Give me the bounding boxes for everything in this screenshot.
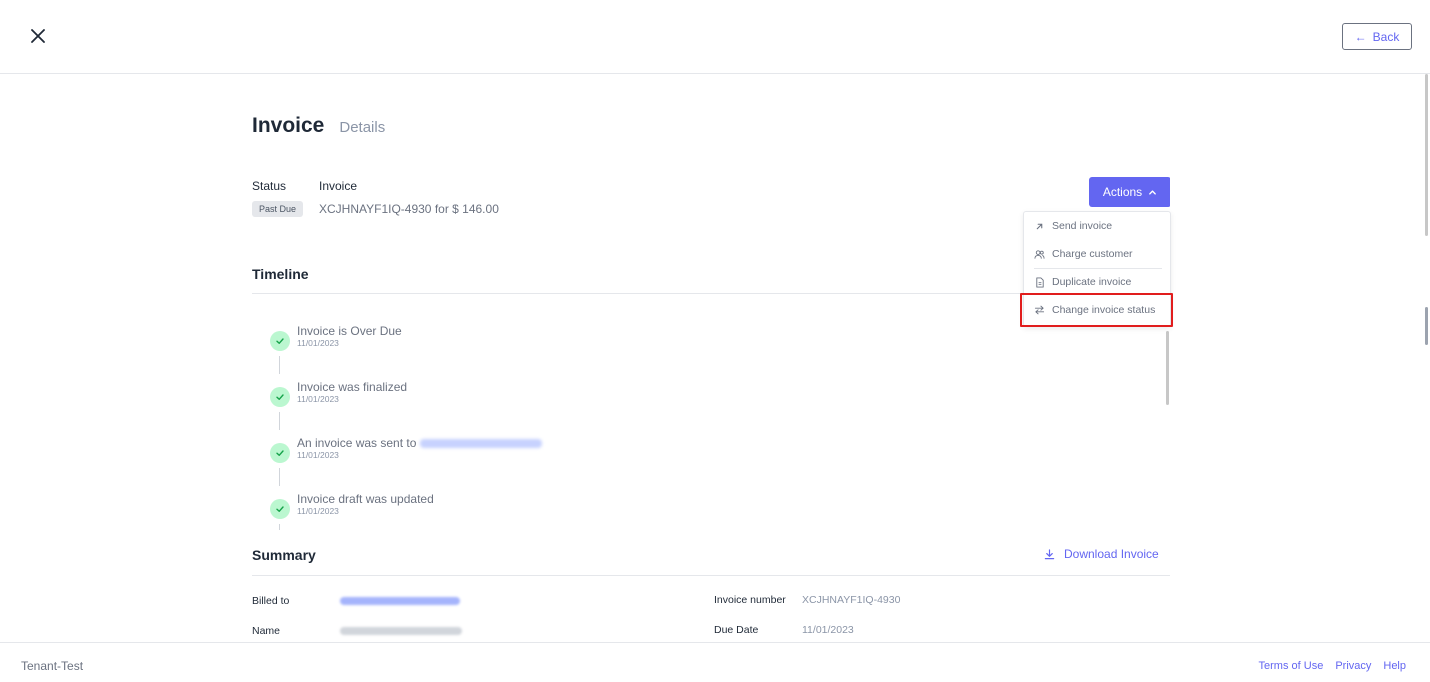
arrow-up-right-icon — [1034, 221, 1045, 232]
download-label: Download Invoice — [1064, 547, 1159, 561]
billed-to-email[interactable] — [340, 597, 460, 605]
timeline-connector — [279, 524, 280, 530]
menu-item-label: Change invoice status — [1052, 304, 1156, 316]
timeline-connector — [279, 468, 280, 486]
download-icon — [1044, 548, 1055, 559]
footer-links: Terms of Use Privacy Help — [1259, 660, 1406, 672]
timeline-scrollbar[interactable] — [1166, 331, 1169, 405]
menu-divider — [1034, 268, 1162, 269]
arrows-swap-icon — [1034, 305, 1045, 316]
back-label: Back — [1372, 29, 1400, 44]
name-label: Name — [252, 625, 281, 637]
actions-label: Actions — [1102, 185, 1143, 199]
timeline-date: 11/01/2023 — [297, 394, 339, 404]
footer-link-privacy[interactable]: Privacy — [1335, 660, 1371, 672]
invoice-summary: XCJHNAYF1IQ-4930 for $ 146.00 — [319, 202, 499, 216]
invoice-details: Invoice Details Status Invoice Past Due … — [252, 74, 1170, 642]
invoice-number-label: Invoice number — [714, 594, 786, 606]
invoice-number-value: XCJHNAYF1IQ-4930 — [802, 594, 901, 606]
redacted-email — [420, 439, 543, 449]
arrow-left-icon: ← — [1354, 29, 1367, 44]
footer-link-terms[interactable]: Terms of Use — [1259, 660, 1324, 672]
back-button[interactable]: ← Back — [1342, 23, 1412, 50]
menu-item-charge-customer[interactable]: Charge customer — [1034, 244, 1133, 264]
timeline-text: An invoice was sent to — [297, 436, 543, 450]
status-label: Status — [252, 179, 287, 193]
billed-to-label: Billed to — [252, 595, 290, 607]
check-circle-icon — [270, 443, 290, 463]
timeline-connector — [279, 356, 280, 374]
summary-divider — [252, 575, 1170, 576]
close-icon — [31, 29, 45, 43]
check-circle-icon — [270, 499, 290, 519]
summary-title: Summary — [252, 547, 316, 563]
timeline-date: 11/01/2023 — [297, 338, 339, 348]
check-circle-icon — [270, 387, 290, 407]
status-badge: Past Due — [252, 201, 304, 217]
timeline-list: Invoice is Over Due 11/01/2023 Invoice w… — [252, 312, 1170, 530]
customer-name — [340, 627, 462, 635]
menu-item-label: Send invoice — [1052, 220, 1113, 232]
menu-item-change-invoice-status[interactable]: Change invoice status — [1034, 300, 1155, 320]
menu-item-label: Duplicate invoice — [1052, 276, 1132, 288]
check-circle-icon — [270, 331, 290, 351]
menu-item-label: Charge customer — [1052, 248, 1133, 260]
menu-item-duplicate-invoice[interactable]: Duplicate invoice — [1034, 272, 1131, 292]
page-title: Invoice — [252, 114, 325, 137]
timeline-date: 11/01/2023 — [297, 450, 339, 460]
footer-link-help[interactable]: Help — [1383, 660, 1406, 672]
actions-button[interactable]: Actions — [1089, 177, 1170, 207]
scrollbar-thumb[interactable] — [1425, 307, 1428, 345]
timeline-text: Invoice is Over Due — [297, 324, 402, 338]
due-date-value: 11/01/2023 — [802, 624, 854, 636]
scrollbar-track-segment — [1425, 74, 1428, 236]
menu-item-send-invoice[interactable]: Send invoice — [1034, 216, 1112, 236]
footer: Tenant-Test Terms of Use Privacy Help — [0, 642, 1430, 682]
timeline-date: 11/01/2023 — [297, 506, 339, 516]
actions-menu: Send invoice Charge customer Duplicate i… — [1023, 211, 1171, 327]
tenant-name: Tenant-Test — [21, 659, 84, 673]
timeline-title: Timeline — [252, 266, 309, 282]
timeline-text-label: An invoice was sent to — [297, 436, 417, 450]
page-scrollbar[interactable] — [1424, 74, 1430, 642]
page-header: Invoice Details — [252, 114, 385, 138]
document-icon — [1034, 276, 1045, 288]
timeline-text: Invoice was finalized — [297, 380, 408, 394]
download-invoice-link[interactable]: Download Invoice — [1044, 547, 1159, 561]
chevron-up-icon — [1149, 189, 1157, 195]
users-icon — [1034, 249, 1045, 260]
top-bar: ← Back — [0, 0, 1430, 74]
timeline-connector — [279, 412, 280, 430]
close-button[interactable] — [26, 24, 50, 48]
page-subtitle: Details — [339, 119, 386, 136]
invoice-label: Invoice — [319, 179, 358, 193]
timeline-text: Invoice draft was updated — [297, 492, 434, 506]
due-date-label: Due Date — [714, 624, 759, 636]
